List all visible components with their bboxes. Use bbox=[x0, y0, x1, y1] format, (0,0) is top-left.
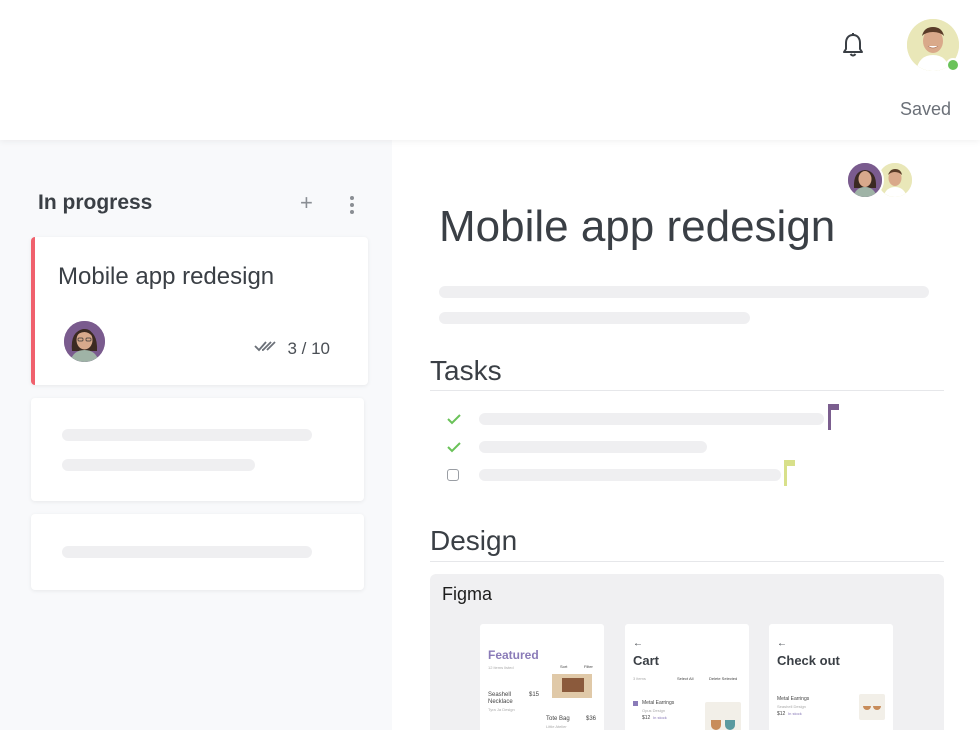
card-title: Mobile app redesign bbox=[58, 263, 275, 290]
task-placeholder bbox=[479, 413, 824, 425]
item-price: $36 bbox=[586, 716, 597, 722]
item-vendor: Opus Design bbox=[642, 708, 666, 713]
description-placeholder bbox=[439, 286, 929, 298]
stock-status: In stock bbox=[653, 715, 667, 720]
double-check-icon bbox=[254, 338, 276, 354]
more-options-icon[interactable] bbox=[346, 196, 358, 214]
placeholder-line bbox=[62, 429, 312, 441]
task-progress-count: 3 / 10 bbox=[287, 339, 330, 358]
bell-icon[interactable] bbox=[840, 30, 866, 60]
item-vendor: Little Atelier bbox=[546, 724, 567, 729]
board-column: In progress + Mobile app redesign 3 / 10 bbox=[0, 140, 392, 730]
figma-embed[interactable]: Figma Featured 12 items listed Sort Filt… bbox=[430, 574, 944, 730]
item-price: $15 bbox=[529, 692, 540, 698]
add-card-button[interactable]: + bbox=[300, 192, 313, 214]
online-status-dot bbox=[946, 58, 960, 72]
product-thumbnail bbox=[705, 702, 741, 730]
figma-label: Figma bbox=[442, 584, 493, 604]
item-price: $12 bbox=[642, 715, 651, 721]
screen-title: Featured bbox=[488, 648, 539, 662]
collaborator-avatar bbox=[846, 161, 884, 199]
placeholder-line bbox=[62, 546, 312, 558]
filter-label: Filter bbox=[584, 664, 593, 669]
screen-title: Cart bbox=[633, 653, 660, 668]
detail-panel: Mobile app redesign Tasks Design Figma F… bbox=[392, 140, 980, 730]
tasks-heading: Tasks bbox=[430, 355, 502, 386]
design-screen-cart[interactable]: ← Cart 3 items Select All Delete Selecte… bbox=[625, 624, 749, 730]
divider bbox=[430, 390, 944, 391]
placeholder-line bbox=[62, 459, 255, 471]
back-arrow-icon: ← bbox=[633, 638, 643, 649]
flag-icon[interactable] bbox=[784, 460, 796, 486]
item-name: Metal Earrings bbox=[777, 696, 810, 702]
flag-icon[interactable] bbox=[828, 404, 840, 430]
divider bbox=[430, 561, 944, 562]
back-arrow-icon: ← bbox=[777, 638, 787, 649]
column-title: In progress bbox=[38, 191, 153, 214]
assignee-avatar bbox=[64, 321, 105, 362]
product-thumbnail bbox=[552, 674, 592, 698]
task-placeholder bbox=[479, 469, 781, 481]
screen-subtitle: 12 items listed bbox=[488, 665, 514, 670]
screen-title: Check out bbox=[777, 653, 840, 668]
screen-subtitle: 3 items bbox=[633, 676, 646, 681]
checkmark-icon[interactable] bbox=[447, 441, 461, 453]
description-placeholder bbox=[439, 312, 750, 324]
top-bar: Saved bbox=[0, 0, 980, 140]
product-thumbnail bbox=[859, 694, 885, 720]
placeholder-card[interactable] bbox=[31, 514, 364, 590]
checkbox-icon[interactable] bbox=[447, 469, 459, 481]
project-title: Mobile app redesign bbox=[439, 202, 836, 251]
placeholder-card[interactable] bbox=[31, 398, 364, 501]
design-heading: Design bbox=[430, 525, 518, 556]
checkmark-icon[interactable] bbox=[447, 413, 461, 425]
item-name: Tote Bag bbox=[546, 716, 570, 722]
item-vendor: Tyra Ja Design bbox=[488, 707, 515, 712]
design-screen-featured[interactable]: Featured 12 items listed Sort Filter Sea… bbox=[480, 624, 604, 730]
item-price: $12 bbox=[777, 711, 786, 717]
task-card[interactable]: Mobile app redesign 3 / 10 bbox=[31, 237, 368, 385]
design-screen-checkout[interactable]: ← Check out Metal Earrings Seashell Desi… bbox=[769, 624, 893, 730]
item-name: Metal Earrings bbox=[642, 700, 675, 706]
delete-selected-label: Delete Selected bbox=[709, 676, 738, 681]
select-all-label: Select All bbox=[677, 676, 694, 681]
item-vendor: Seashell Design bbox=[777, 704, 806, 709]
item-checkbox bbox=[633, 701, 638, 706]
sort-label: Sort bbox=[560, 664, 568, 669]
task-placeholder bbox=[479, 441, 707, 453]
save-status: Saved bbox=[899, 99, 951, 119]
item-name: Seashell Necklace bbox=[488, 692, 513, 705]
stock-status: In stock bbox=[788, 711, 802, 716]
